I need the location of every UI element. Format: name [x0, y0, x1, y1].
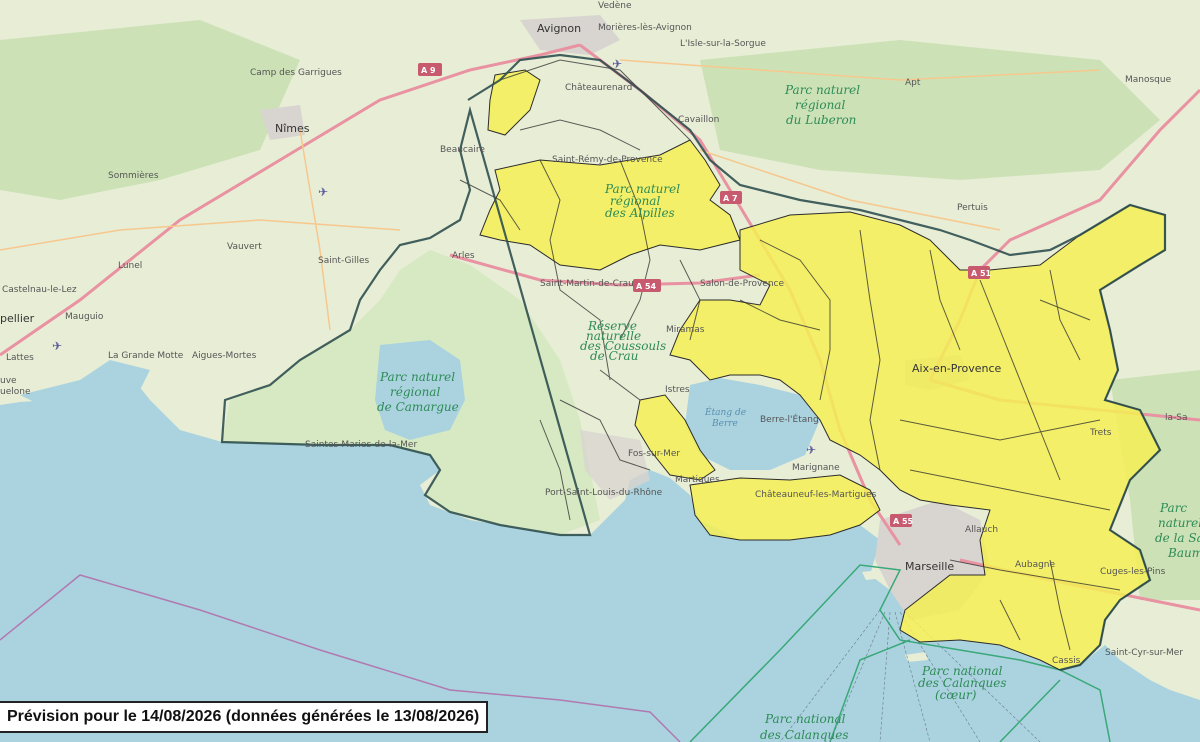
shield-a7: A 7	[723, 194, 738, 203]
label-camp: Camp des Garrigues	[250, 68, 342, 78]
label-lunel: Lunel	[118, 261, 142, 271]
shield-a55: A 55	[893, 517, 914, 526]
label-berre: Berre-l'Étang	[760, 413, 819, 425]
water-etang-l1: Étang de	[704, 406, 746, 418]
label-portsaintlouis: Port-Saint-Louis-du-Rhône	[545, 487, 663, 498]
label-manosque: Manosque	[1125, 75, 1172, 85]
label-marseille: Marseille	[905, 560, 954, 573]
park-camargue-l3: de Camargue	[377, 400, 459, 414]
park-luberon-l2: régional	[795, 98, 845, 112]
label-saintremy: Saint-Rémy-de-Provence	[552, 154, 663, 165]
label-aubagne: Aubagne	[1015, 560, 1056, 570]
label-arles: Arles	[452, 251, 475, 261]
shield-a51: A 51	[971, 269, 992, 278]
label-vauvert: Vauvert	[227, 242, 262, 252]
label-martigues: Martigues	[675, 475, 720, 485]
park-saintebaume-l1: Parc	[1159, 501, 1187, 515]
park-luberon-l1: Parc naturel	[784, 83, 860, 97]
park-calanques-l1: Parc national	[764, 712, 846, 726]
label-aigues: Aigues-Mortes	[192, 351, 257, 361]
label-pertuis: Pertuis	[957, 203, 988, 213]
label-grandemotte: La Grande Motte	[108, 351, 184, 361]
label-sommieres: Sommières	[108, 170, 159, 181]
label-salon: Salon-de-Provence	[700, 279, 784, 289]
airport-icon: ✈	[318, 185, 328, 199]
label-apt: Apt	[905, 78, 921, 88]
label-saintcyr: Saint-Cyr-sur-Mer	[1105, 648, 1183, 658]
park-calanques-coeur-l3: (cœur)	[935, 688, 977, 702]
forest-luberon	[700, 40, 1160, 180]
label-cassis: Cassis	[1052, 656, 1081, 666]
label-castelnau: Castelnau-le-Lez	[2, 285, 77, 295]
map-canvas[interactable]: ✈ ✈ ✈ ✈ A 9 A 7 A 54 A 51 A 55 Avignon V…	[0, 0, 1200, 742]
label-vedene: Vedène	[598, 0, 632, 11]
label-morieres: Morières-lès-Avignon	[598, 22, 692, 33]
airport-icon: ✈	[612, 57, 622, 71]
label-pellier: pellier	[0, 312, 35, 325]
label-cuges: Cuges-les-Pins	[1100, 567, 1166, 577]
label-avignon: Avignon	[537, 22, 581, 35]
shield-a9: A 9	[421, 66, 436, 75]
park-saintebaume-l4: Baum	[1167, 546, 1200, 560]
label-saintesmaries: Saintes-Maries-de-la-Mer	[305, 440, 417, 450]
label-nimes: Nîmes	[275, 122, 310, 135]
label-miramas: Miramas	[666, 325, 705, 335]
label-sala: la-Sa	[1165, 413, 1188, 423]
label-isle: L'Isle-sur-la-Sorgue	[680, 39, 766, 49]
park-alpilles-l3: des Alpilles	[605, 206, 675, 220]
label-uelone: uelone	[0, 387, 31, 397]
shield-a54: A 54	[636, 282, 657, 291]
label-allauch: Allauch	[965, 525, 998, 535]
label-aix: Aix-en-Provence	[912, 362, 1002, 375]
label-mauguio: Mauguio	[65, 312, 104, 322]
water-etang-l2: Berre	[711, 419, 738, 429]
park-saintebaume-l3: de la Sa	[1155, 531, 1200, 545]
label-chateauneuf: Châteauneuf-les-Martigues	[755, 490, 877, 500]
label-trets: Trets	[1089, 428, 1112, 438]
label-beaucaire: Beaucaire	[440, 145, 485, 155]
park-camargue-l1: Parc naturel	[379, 370, 455, 384]
park-calanques-l2: des Calanques	[760, 728, 848, 742]
park-saintebaume-l2: naturel	[1158, 516, 1200, 530]
label-chateaurenard: Châteaurenard	[565, 83, 632, 93]
label-uve: uve	[0, 376, 17, 386]
label-saintgilles: Saint-Gilles	[318, 256, 370, 266]
label-fos: Fos-sur-Mer	[628, 449, 680, 459]
label-lattes: Lattes	[6, 353, 34, 363]
park-crau-l4: de Crau	[590, 349, 638, 363]
label-istres: Istres	[665, 385, 690, 395]
park-luberon-l3: du Luberon	[786, 113, 856, 127]
forecast-date-caption: Prévision pour le 14/08/2026 (données gé…	[0, 701, 489, 733]
airport-icon: ✈	[52, 339, 62, 353]
label-cavaillon: Cavaillon	[678, 115, 719, 125]
airport-icon: ✈	[806, 443, 816, 457]
label-saintmartin: Saint-Martin-de-Crau	[540, 279, 634, 289]
label-marignane: Marignane	[792, 463, 840, 473]
park-camargue-l2: régional	[390, 385, 440, 399]
